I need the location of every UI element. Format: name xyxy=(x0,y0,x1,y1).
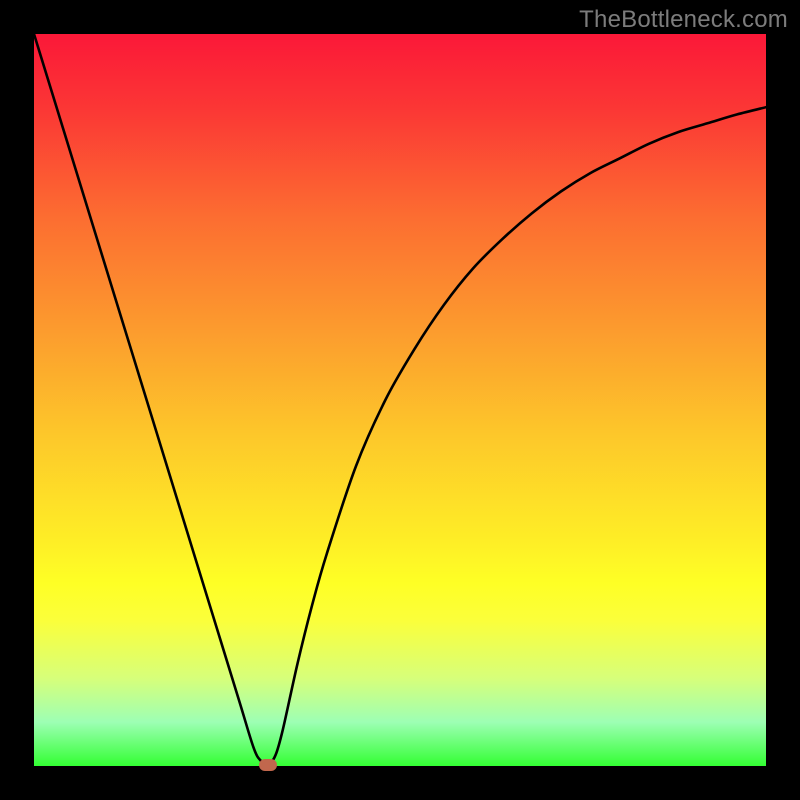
chart-frame: TheBottleneck.com xyxy=(0,0,800,800)
minimum-marker xyxy=(259,759,277,771)
curve-svg xyxy=(34,34,766,766)
bottleneck-curve xyxy=(34,34,766,765)
watermark-text: TheBottleneck.com xyxy=(579,6,788,34)
plot-area xyxy=(34,34,766,766)
